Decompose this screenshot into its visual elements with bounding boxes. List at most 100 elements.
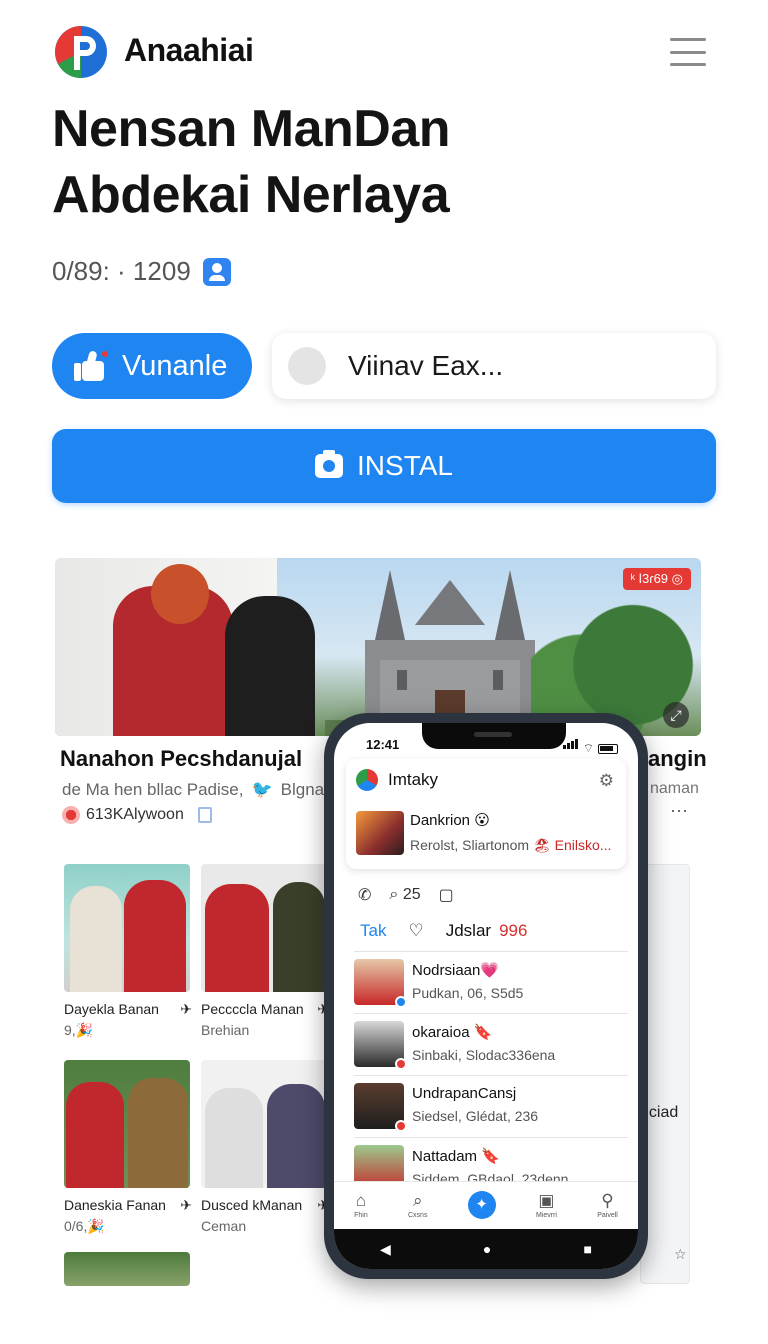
post-thumbnail xyxy=(356,811,404,855)
post-tag: 🏖 Enilsko... xyxy=(532,837,612,853)
brand-name: Anaahiai xyxy=(124,32,254,68)
list-item-name: Nattadam 🔖 xyxy=(412,1148,500,1165)
nav-label: Fhin xyxy=(354,1211,368,1219)
share-icon[interactable]: ✈ xyxy=(180,1197,192,1214)
search-icon[interactable]: ⌕ 25 xyxy=(389,886,420,904)
nav-compose[interactable]: ✦ xyxy=(467,1190,496,1219)
card-image xyxy=(201,864,327,992)
install-label: INSTAL xyxy=(357,450,453,481)
home-icon: ⌂ xyxy=(355,1190,367,1210)
grid-card[interactable]: Dusced kManan✈ Ceman xyxy=(201,1060,329,1234)
list-item-name: Nodrsiaan💗 xyxy=(412,962,500,979)
list-item[interactable]: Nodrsiaan💗 Pudkan, 06, S5d5 xyxy=(354,959,624,1013)
card-caption: Peccccla Manan xyxy=(201,1001,304,1017)
meta-text: 0/89: · 1209 xyxy=(52,256,191,286)
tab-first[interactable]: Tak xyxy=(360,921,386,941)
status-icons: ⌔ xyxy=(562,736,618,755)
bottom-nav: ⌂ Fhin ⌕ Cxsns ✦ ▣ Mievrri ⚲ Paivell xyxy=(334,1181,638,1227)
card-image xyxy=(64,864,190,992)
nav-label: Paivell xyxy=(597,1211,618,1219)
grid-card[interactable]: Daneskia Fanan ✈ 0/6,🎉 xyxy=(64,1060,192,1235)
hamburger-menu-icon[interactable] xyxy=(670,38,706,66)
more-options-icon[interactable]: ··· xyxy=(670,800,688,821)
feed-subtitle: de Ma hen bllac Padise, 🐦 Blgnan xyxy=(62,780,334,800)
home-circle-icon[interactable]: ● xyxy=(483,1241,491,1257)
status-time: 12:41 xyxy=(366,737,400,752)
top-bar: Anaahiai xyxy=(52,22,716,82)
title-line-1: Nensan ManDan xyxy=(52,100,451,158)
app-logo[interactable] xyxy=(54,24,108,80)
back-icon[interactable]: ◀ xyxy=(380,1241,391,1258)
title-line-2: Abdekai Nerlaya xyxy=(52,166,450,224)
wifi-icon: ⌔ xyxy=(582,741,594,755)
card-image xyxy=(201,1060,327,1188)
user-icon: ⚲ xyxy=(601,1190,614,1210)
hero-image[interactable]: ᵏ ǀ3ɾ69 ◎ ⤢ xyxy=(55,558,701,736)
feed-source: 613KAlywoon xyxy=(62,806,212,824)
nav-media[interactable]: ▣ Mievrri xyxy=(536,1191,557,1219)
bird-icon: 🐦 xyxy=(251,780,273,799)
tab-row: Tak ♡ Jdslar 996 xyxy=(360,921,527,941)
thumbs-up-icon xyxy=(74,349,110,383)
bookmark-icon[interactable]: ▢ xyxy=(439,885,454,905)
nav-profile[interactable]: ⚲ Paivell xyxy=(597,1191,618,1219)
card-image xyxy=(64,1252,190,1286)
search-value: Viinav Eax... xyxy=(348,350,504,381)
post-card[interactable]: Imtaky ⚙ Dankrion 😮 Rerolst, Sliartonom … xyxy=(346,759,626,869)
heart-icon[interactable]: ♡ xyxy=(408,921,423,941)
phone-screen: 12:41 ⌔ Imtaky ⚙ Dankrion 😮 Rerolst, Sli… xyxy=(334,723,638,1269)
avatar xyxy=(354,959,407,1008)
vote-label: Vunanle xyxy=(122,349,228,382)
phone-mockup: 12:41 ⌔ Imtaky ⚙ Dankrion 😮 Rerolst, Sli… xyxy=(324,713,648,1279)
meta-row: 0/89: · 1209 xyxy=(52,256,231,287)
avatar xyxy=(354,1083,407,1132)
card-sub: 9,🎉 xyxy=(64,1022,94,1038)
list-item[interactable]: okaraioa 🔖 Sinbaki, Slodac336ena xyxy=(354,1021,624,1075)
app-name: Imtaky xyxy=(388,770,439,789)
battery-icon xyxy=(598,744,618,754)
recents-icon[interactable]: ■ xyxy=(583,1241,591,1257)
post-meta: Rerolst, Sliartonom xyxy=(410,837,530,853)
page-title: Nensan ManDan Abdekai Nerlaya xyxy=(52,96,692,228)
camera-icon xyxy=(315,450,344,478)
list-item-sub: Pudkan, 06, S5d5 xyxy=(412,985,524,1001)
signal-icon xyxy=(562,736,579,754)
nav-search[interactable]: ⌕ Cxsns xyxy=(408,1191,427,1219)
card-caption: Daneskia Fanan xyxy=(64,1197,166,1213)
hero-badge: ᵏ ǀ3ɾ69 ◎ xyxy=(622,568,691,590)
phone-icon[interactable]: ✆ xyxy=(358,885,371,905)
avatar xyxy=(354,1021,407,1070)
gear-icon[interactable]: ⚙ xyxy=(599,771,614,791)
card-caption: Dayekla Banan xyxy=(64,1001,159,1017)
bookmark-icon[interactable] xyxy=(197,807,212,823)
avatar xyxy=(288,347,326,385)
user-badge-icon xyxy=(202,257,231,286)
grid-card[interactable]: Dayekla Banan ✈ 9,🎉 xyxy=(64,864,192,1039)
tab-count: 996 xyxy=(499,921,528,940)
grid-card[interactable]: Peccccla Manan✈ Brehian xyxy=(201,864,329,1038)
search-input[interactable]: Viinav Eax... xyxy=(272,333,716,399)
feed-right-sub: naman xyxy=(650,780,699,797)
bird-icon: ✦ xyxy=(467,1190,496,1219)
grid-card[interactable] xyxy=(64,1252,192,1286)
card-sub: Ceman xyxy=(201,1218,247,1234)
list-item-sub: Sinbaki, Slodac336ena xyxy=(412,1047,556,1063)
nav-home[interactable]: ⌂ Fhin xyxy=(354,1191,368,1219)
image-icon: ▣ xyxy=(538,1190,555,1210)
vote-button[interactable]: Vunanle xyxy=(52,333,252,399)
feed-title[interactable]: Nanahon Pecshdanujal xyxy=(60,746,302,772)
feed-right-title: angin xyxy=(648,746,707,771)
list-item-name: UndrapanCansj xyxy=(412,1085,517,1102)
card-caption: Dusced kManan xyxy=(201,1197,303,1213)
result-count: 25 xyxy=(402,886,421,903)
expand-icon[interactable]: ⤢ xyxy=(663,702,689,728)
nav-label: Cxsns xyxy=(408,1211,428,1219)
star-icon[interactable]: ☆ xyxy=(674,1246,687,1263)
post-actions: ✆ ⌕ 25 ▢ xyxy=(358,885,454,905)
install-button[interactable]: INSTAL xyxy=(52,429,716,503)
list-item-name: okaraioa 🔖 xyxy=(412,1024,493,1041)
post-author: Dankrion 😮 xyxy=(410,812,490,829)
tab-second[interactable]: Jdslar xyxy=(446,921,491,941)
share-icon[interactable]: ✈ xyxy=(180,1001,192,1018)
list-item[interactable]: UndrapanCansj Siedsel, Glédat, 236 xyxy=(354,1083,624,1137)
